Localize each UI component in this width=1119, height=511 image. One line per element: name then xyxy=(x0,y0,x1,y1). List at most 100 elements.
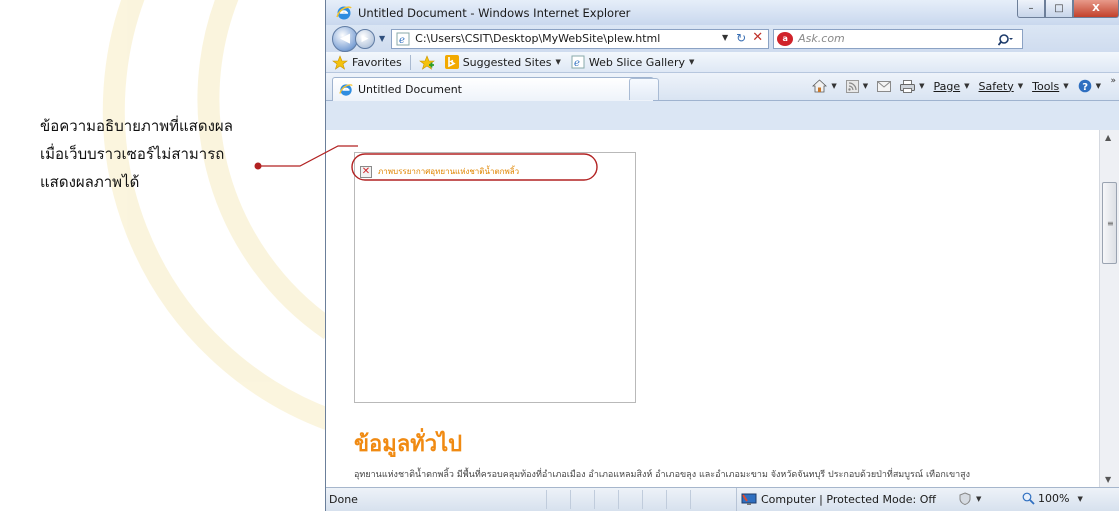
search-box[interactable]: a Ask.com xyxy=(773,28,1024,49)
annotation-line: เมื่อเว็บบราวเซอร์ไม่สามารถ xyxy=(40,145,225,163)
scroll-down-icon[interactable]: ▼ xyxy=(1105,475,1111,484)
suggested-sites-label: Suggested Sites xyxy=(462,55,552,69)
annotation-line: ข้อความอธิบายภาพที่แสดงผล xyxy=(40,117,233,135)
vertical-scrollbar[interactable]: ▲ ≡ ▼ xyxy=(1099,130,1119,487)
status-cell xyxy=(666,490,690,509)
help-icon: ? xyxy=(1078,79,1091,93)
address-dropdown-icon[interactable]: ▼ xyxy=(722,33,728,42)
shield-icon xyxy=(959,492,971,505)
more-commands-icon[interactable]: » xyxy=(1110,76,1116,86)
chevron-down-icon: ▼ xyxy=(555,58,561,66)
window-title: Untitled Document - Windows Internet Exp… xyxy=(358,5,631,20)
rss-feed-icon xyxy=(845,79,859,93)
page-content: ✕ ภาพบรรยากาศอุทยานแห่งชาติน้ำตกพลิ้ว ข้… xyxy=(326,130,1100,487)
chevron-down-icon: ▼ xyxy=(862,82,869,90)
status-cell xyxy=(642,490,666,509)
add-favorite-star-icon xyxy=(418,54,435,70)
maximize-icon: □ xyxy=(1054,3,1064,14)
chevron-down-icon: ▼ xyxy=(976,494,982,503)
minimize-icon: – xyxy=(1028,3,1034,14)
read-mail-button[interactable] xyxy=(877,80,892,92)
page-menu[interactable]: Page ▼ xyxy=(934,80,970,93)
stop-icon[interactable]: ✕ xyxy=(752,30,763,45)
status-cell xyxy=(570,490,594,509)
tools-menu-label: Tools xyxy=(1032,79,1060,93)
feeds-button[interactable]: ▼ xyxy=(845,79,869,93)
tab-row: Untitled Document ▼ ▼ ▼ Page ▼ Safety ▼ … xyxy=(326,73,1119,101)
chevron-down-icon: ▼ xyxy=(1077,494,1083,503)
web-slice-gallery-button[interactable]: e Web Slice Gallery ▼ xyxy=(571,55,694,69)
forward-button[interactable]: ▶ xyxy=(355,28,375,49)
suggested-sites-button[interactable]: Suggested Sites ▼ xyxy=(444,55,561,69)
chevron-down-icon: ▼ xyxy=(831,82,837,90)
zoom-level: 100% xyxy=(1038,492,1070,505)
chevron-down-icon: ▼ xyxy=(1063,82,1069,90)
chevron-down-icon: ▼ xyxy=(688,58,695,66)
page-ie-icon: e xyxy=(571,55,585,69)
tab-untitled-document[interactable]: Untitled Document xyxy=(332,77,654,101)
search-icon[interactable] xyxy=(998,33,1014,47)
back-arrow-icon: ◀ xyxy=(340,31,350,46)
safety-menu[interactable]: Safety ▼ xyxy=(979,80,1024,93)
zoom-icon xyxy=(1022,492,1035,505)
page-menu-label: Page xyxy=(933,79,961,93)
tools-menu[interactable]: Tools ▼ xyxy=(1032,80,1069,93)
url-text[interactable]: C:\Users\CSIT\Desktop\MyWebSite\plew.htm… xyxy=(415,32,660,45)
minimize-button[interactable]: – xyxy=(1017,0,1045,18)
new-tab-button[interactable] xyxy=(629,78,659,100)
close-button[interactable]: X xyxy=(1073,0,1119,18)
annotation-line: แสดงผลภาพได้ xyxy=(40,173,140,191)
favorites-star-icon[interactable] xyxy=(332,54,348,70)
help-button[interactable]: ? ▼ xyxy=(1078,79,1101,93)
svg-text:e: e xyxy=(574,58,580,69)
favorites-label[interactable]: Favorites xyxy=(352,56,402,69)
scroll-up-icon[interactable]: ▲ xyxy=(1105,133,1111,142)
section-paragraph: อุทยานแห่งชาติน้ำตกพลิ้ว มีพื้นที่ครอบคล… xyxy=(354,470,971,480)
chevron-down-icon: ▼ xyxy=(919,82,925,90)
home-icon xyxy=(812,79,828,93)
recent-pages-dropdown-icon[interactable]: ▼ xyxy=(379,34,385,43)
forward-arrow-icon: ▶ xyxy=(361,33,369,44)
web-slice-gallery-label: Web Slice Gallery xyxy=(588,55,685,69)
image-alt-text: ภาพบรรยากาศอุทยานแห่งชาติน้ำตกพลิ้ว xyxy=(378,167,520,176)
status-cell xyxy=(618,490,642,509)
print-button[interactable]: ▼ xyxy=(900,79,925,93)
printer-icon xyxy=(900,79,916,93)
command-bar: ▼ ▼ ▼ Page ▼ Safety ▼ Tools ▼ ? ▼ xyxy=(803,79,1101,93)
window-controls: – □ X xyxy=(1017,0,1119,18)
home-button[interactable]: ▼ xyxy=(812,79,837,93)
favorites-bar: Favorites Suggested Sites ▼ e Web Slice … xyxy=(326,52,1119,73)
section-heading: ข้อมูลทั่วไป xyxy=(354,432,463,457)
search-placeholder[interactable]: Ask.com xyxy=(798,32,845,45)
chevron-down-icon: ▼ xyxy=(1017,82,1024,90)
computer-zone-icon xyxy=(741,493,757,505)
broken-image: ✕ ภาพบรรยากาศอุทยานแห่งชาติน้ำตกพลิ้ว xyxy=(360,165,519,178)
svg-text:?: ? xyxy=(1082,82,1088,93)
protected-mode-button[interactable]: ▼ xyxy=(958,492,981,505)
scrollbar-thumb[interactable]: ≡ xyxy=(1102,182,1117,264)
broken-image-icon: ✕ xyxy=(360,165,372,178)
status-cell xyxy=(594,490,618,509)
status-bar: Done Computer | Protected Mode: Off ▼ 10… xyxy=(326,487,1119,511)
status-cell xyxy=(546,490,570,509)
close-icon: X xyxy=(1092,3,1100,14)
status-cell xyxy=(690,490,714,509)
ie-logo-icon xyxy=(339,83,353,96)
chevron-down-icon: ▼ xyxy=(1095,82,1101,90)
security-zone[interactable]: Computer | Protected Mode: Off xyxy=(736,488,936,511)
safety-menu-label: Safety xyxy=(978,79,1014,93)
add-to-favorites-button[interactable] xyxy=(418,54,435,70)
refresh-icon[interactable]: ↻ xyxy=(736,31,746,45)
chevron-down-icon: ▼ xyxy=(964,82,970,90)
security-zone-label: Computer | Protected Mode: Off xyxy=(761,493,936,506)
address-bar[interactable]: e C:\Users\CSIT\Desktop\MyWebSite\plew.h… xyxy=(391,28,770,49)
leader-dot xyxy=(254,162,262,170)
zoom-control[interactable]: 100% ▼ xyxy=(1022,492,1083,505)
tab-label: Untitled Document xyxy=(358,83,462,96)
mail-icon xyxy=(877,80,892,92)
ask-logo-icon: a xyxy=(777,31,794,46)
address-toolbar: ◀ ▶ ▼ e C:\Users\CSIT\Desktop\MyWebSite\… xyxy=(326,25,1119,52)
maximize-button[interactable]: □ xyxy=(1045,0,1073,18)
annotation-text: ข้อความอธิบายภาพที่แสดงผล เมื่อเว็บบราวเ… xyxy=(40,112,233,196)
browser-window: Untitled Document - Windows Internet Exp… xyxy=(325,0,1119,511)
